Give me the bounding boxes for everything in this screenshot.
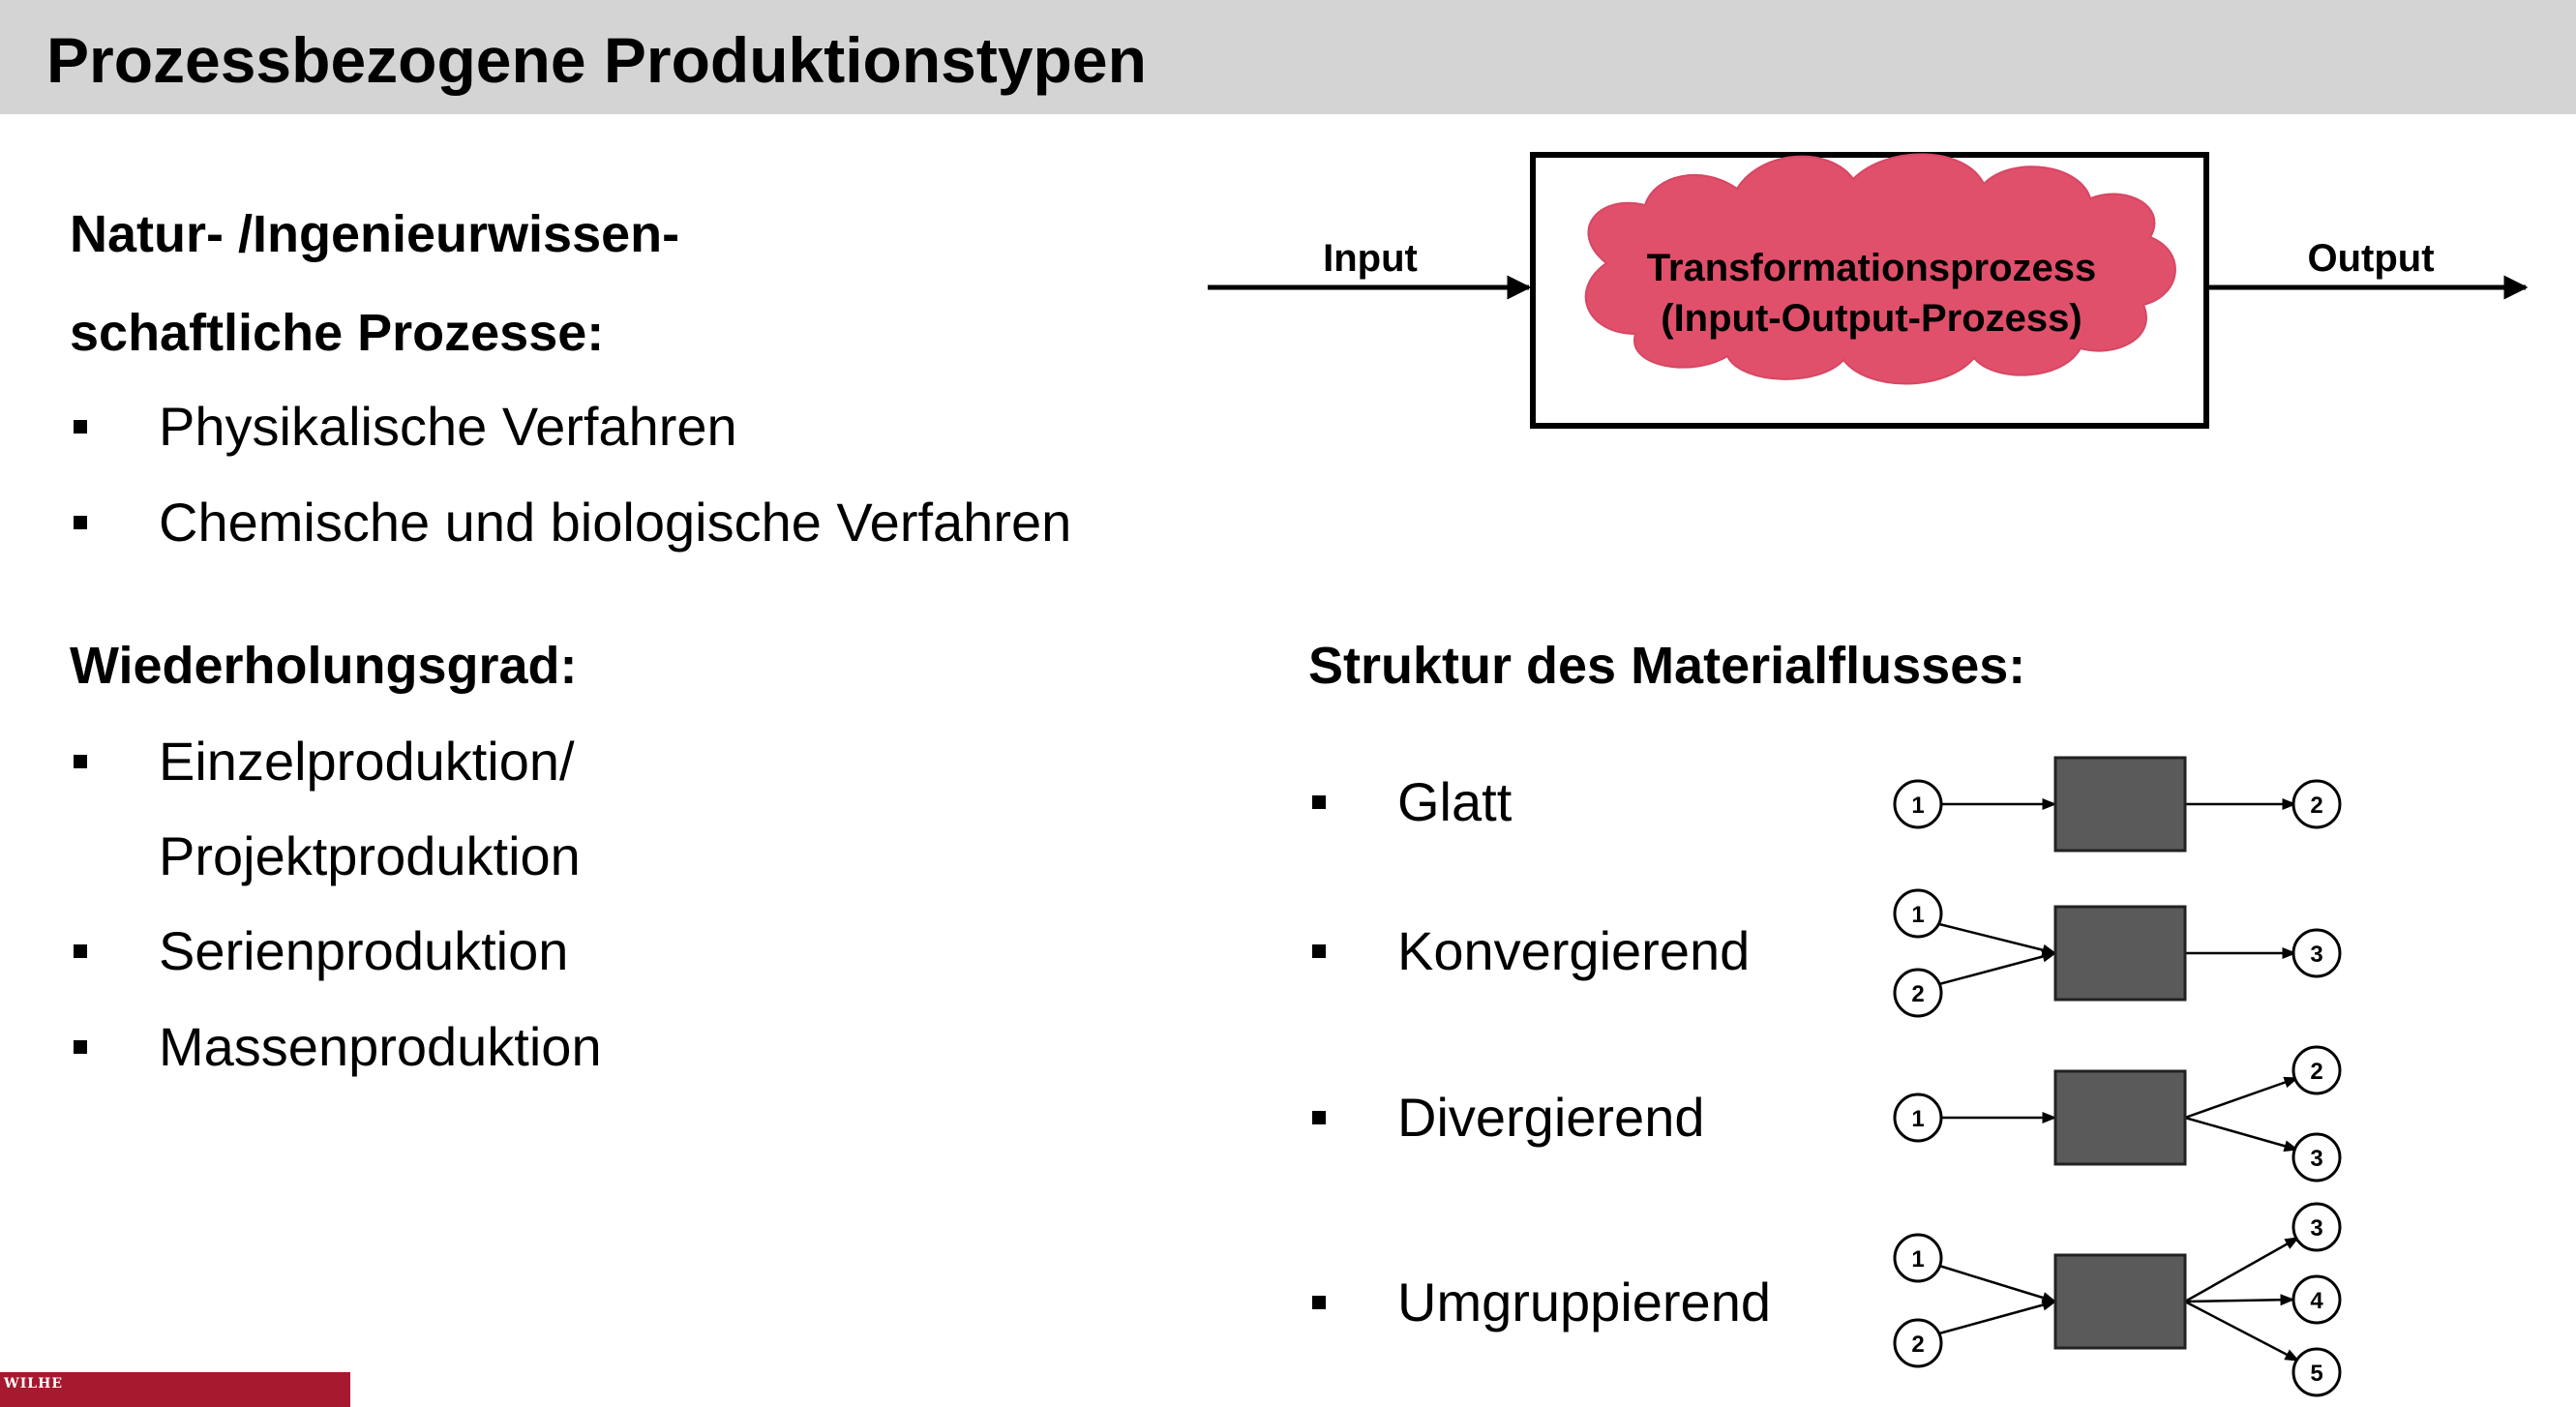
process-label-line2: (Input-Output-Prozess) <box>1661 297 2082 340</box>
flow-arrow <box>1938 950 2057 986</box>
flow-diagram-smooth: 1 2 <box>1893 756 2342 853</box>
node-label: 2 <box>2310 1059 2322 1085</box>
diagram-canvas: Input Transformationsprozess (Input-Outp… <box>1208 152 2529 1397</box>
flow-arrow <box>1938 922 2057 956</box>
node-label: 1 <box>1911 1246 1924 1272</box>
node-label: 5 <box>2310 1361 2322 1387</box>
flow-arrow <box>2184 1294 2295 1306</box>
node-label: 4 <box>2310 1288 2323 1314</box>
process-node-box <box>2053 756 2187 853</box>
node-label: 3 <box>2310 942 2322 968</box>
node-label: 2 <box>1911 981 1924 1007</box>
process-label-line1: Transformationsprozess <box>1647 247 2097 289</box>
input-label: Input <box>1323 237 1418 280</box>
transformation-diagram: Input Transformationsprozess (Input-Outp… <box>1208 152 2529 429</box>
node-label: 1 <box>1911 793 1924 819</box>
process-node-box <box>2053 905 2187 1002</box>
node-label: 1 <box>1911 902 1924 928</box>
output-label: Output <box>2307 237 2434 280</box>
process-node-box <box>2053 1069 2187 1166</box>
node-label: 3 <box>2310 1146 2322 1172</box>
flow-diagram-converging: 1 2 3 <box>1893 888 2342 1018</box>
flow-arrow <box>2184 1116 2299 1153</box>
node-label: 1 <box>1911 1106 1924 1132</box>
flow-arrow <box>2184 1300 2300 1362</box>
flow-diagram-diverging: 1 2 3 <box>1893 1045 2342 1182</box>
node-label: 2 <box>2310 793 2322 819</box>
flow-diagram-regrouping: 1 2 3 4 5 <box>1893 1202 2342 1397</box>
node-label: 2 <box>1911 1332 1924 1358</box>
logo-text: WILHE <box>4 1376 64 1392</box>
node-label: 3 <box>2310 1215 2322 1242</box>
flow-arrow <box>2184 1236 2300 1303</box>
process-node-box <box>2053 1253 2187 1350</box>
flow-arrow <box>1938 1264 2057 1303</box>
flow-arrow <box>1938 1299 2057 1335</box>
flow-arrow <box>2184 1076 2299 1120</box>
university-logo: WILHE <box>0 1372 350 1407</box>
